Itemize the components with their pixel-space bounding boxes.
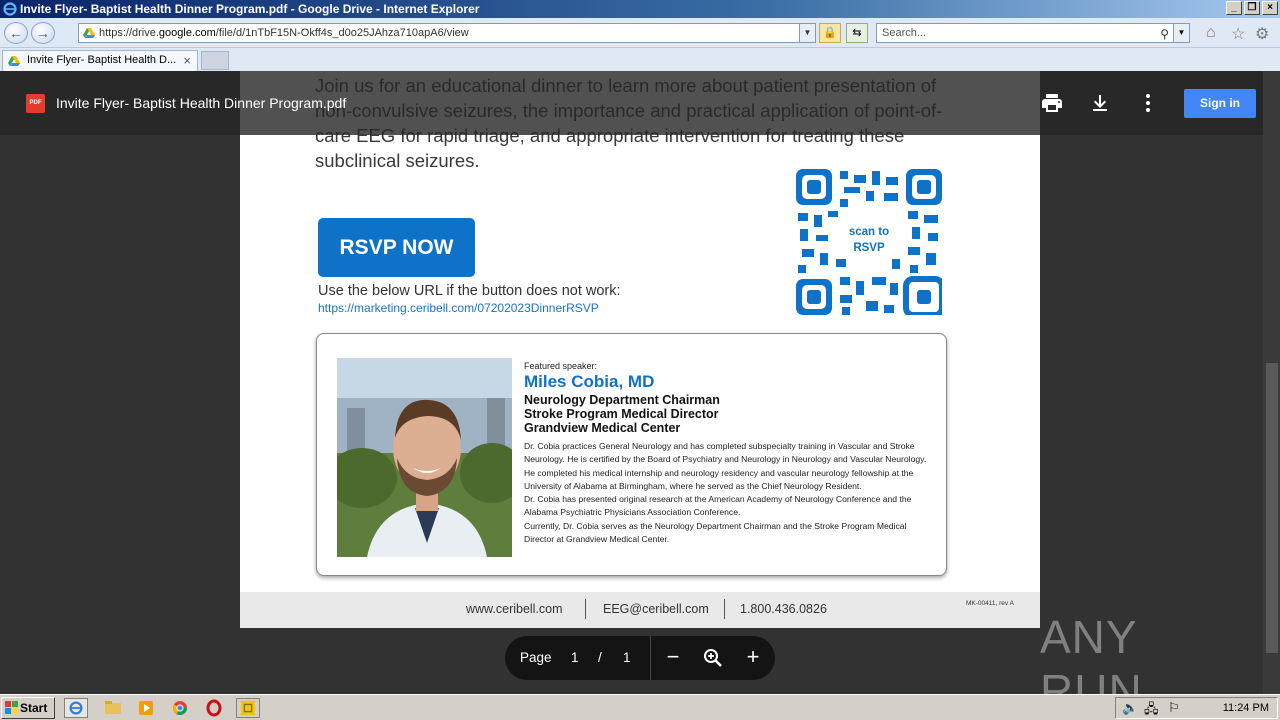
page-separator: / — [598, 650, 602, 665]
favorites-star-icon[interactable]: ☆ — [1231, 24, 1245, 44]
qr-code: scan to RSVP — [796, 169, 942, 315]
page-total: 1 — [623, 650, 631, 665]
new-tab-button[interactable] — [201, 51, 229, 70]
bio-paragraph: Dr. Cobia has presented original researc… — [524, 494, 912, 518]
minimize-button[interactable]: _ — [1226, 1, 1242, 15]
qr-label-bottom: RSVP — [853, 242, 885, 254]
close-tab-icon[interactable]: × — [183, 51, 191, 70]
footer-email: EEG@ceribell.com — [603, 602, 709, 616]
speaker-photo — [337, 358, 512, 557]
forward-button[interactable]: → — [31, 22, 55, 44]
pdf-page: Join us for an educational dinner to lea… — [240, 71, 1040, 628]
footer-divider — [724, 599, 725, 619]
tab-strip: Invite Flyer- Baptist Health D... × — [0, 48, 1280, 71]
sign-in-button[interactable]: Sign in — [1184, 89, 1256, 118]
opera-icon[interactable] — [202, 698, 226, 718]
network-icon[interactable]: 🖧 — [1144, 700, 1159, 720]
address-bar[interactable]: https://drive.google.com/file/d/1nTbF15N… — [78, 23, 816, 43]
page-current[interactable]: 1 — [571, 650, 579, 665]
download-icon[interactable] — [1088, 91, 1112, 115]
folder-icon[interactable] — [101, 698, 125, 718]
search-input[interactable]: Search... ⚲ ▼ — [876, 23, 1190, 43]
vertical-scrollbar[interactable] — [1263, 71, 1280, 694]
pdf-file-icon: PDF — [26, 94, 45, 113]
google-drive-icon — [8, 56, 20, 66]
qr-label-top: scan to — [849, 226, 889, 238]
action-center-flag-icon[interactable]: ⚐ — [1168, 700, 1180, 716]
speaker-bio: Dr. Cobia practices General Neurology an… — [524, 440, 932, 546]
system-tray: 🔈 🖧 ⚐ 11:24 PM — [1115, 697, 1278, 719]
page-controls: Page 1 / 1 − + — [505, 636, 775, 680]
google-drive-icon — [83, 28, 95, 38]
restore-button[interactable]: ❐ — [1244, 1, 1260, 15]
ie-navigation-bar: ← → https://drive.google.com/file/d/1nTb… — [0, 18, 1280, 48]
speaker-titles: Neurology Department Chairman Stroke Pro… — [524, 393, 720, 435]
url-prefix: https://drive. — [99, 27, 159, 39]
zoom-in-icon[interactable]: + — [741, 646, 765, 670]
internet-explorer-icon — [3, 2, 17, 16]
media-player-icon[interactable] — [134, 698, 158, 718]
window-titlebar: Invite Flyer- Baptist Health Dinner Prog… — [0, 0, 1280, 18]
flyer-footer: www.ceribell.com EEG@ceribell.com 1.800.… — [240, 592, 1040, 628]
bio-paragraph: Currently, Dr. Cobia serves as the Neuro… — [524, 520, 907, 545]
file-title: Invite Flyer- Baptist Health Dinner Prog… — [56, 95, 347, 111]
window-title: Invite Flyer- Baptist Health Dinner Prog… — [20, 2, 480, 16]
print-icon[interactable] — [1040, 91, 1064, 115]
url-host: google.com — [158, 27, 216, 39]
anyrun-watermark: ANY RUN — [1040, 611, 1143, 694]
footer-doc-code: MK-00411, rev A — [966, 600, 1014, 607]
scrollbar-thumb[interactable] — [1266, 363, 1278, 653]
tab-label: Invite Flyer- Baptist Health D... — [27, 54, 177, 66]
rsvp-note: Use the below URL if the button does not… — [318, 283, 621, 299]
chrome-icon[interactable] — [168, 698, 192, 718]
start-label: Start — [20, 701, 48, 715]
search-placeholder: Search... — [882, 27, 927, 39]
back-button[interactable]: ← — [4, 22, 28, 44]
speaker-title-3: Grandview Medical Center — [524, 421, 681, 435]
speaker-name: Miles Cobia, MD — [524, 372, 655, 391]
browser-tab[interactable]: Invite Flyer- Baptist Health D... × — [2, 50, 198, 71]
search-icon[interactable]: ⚲ — [1160, 25, 1169, 43]
bio-paragraph: Dr. Cobia practices General Neurology an… — [524, 441, 927, 465]
start-button[interactable]: Start — [1, 697, 55, 719]
featured-speaker-label: Featured speaker: — [524, 361, 598, 371]
volume-icon[interactable]: 🔈 — [1122, 700, 1138, 716]
clock: 11:24 PM — [1222, 702, 1269, 714]
zoom-out-icon[interactable]: − — [661, 646, 685, 670]
zoom-icon[interactable] — [701, 646, 725, 670]
viewer-top-bar: PDF Invite Flyer- Baptist Health Dinner … — [0, 71, 1280, 135]
more-options-icon[interactable] — [1136, 91, 1160, 115]
footer-divider — [585, 599, 586, 619]
footer-phone: 1.800.436.0826 — [740, 602, 827, 616]
internet-explorer-taskbar-icon[interactable] — [64, 698, 88, 718]
bio-paragraph: He completed his medical internship and … — [524, 467, 914, 491]
search-dropdown-icon[interactable]: ▼ — [1173, 24, 1189, 42]
rsvp-now-button[interactable]: RSVP NOW — [318, 218, 475, 277]
address-dropdown-icon[interactable]: ▼ — [799, 24, 815, 42]
gear-icon[interactable]: ⚙ — [1255, 24, 1269, 44]
page-controls-divider — [650, 636, 651, 680]
windows-taskbar: Start 🔈 🖧 ⚐ 11:24 PM — [0, 694, 1280, 720]
close-window-button[interactable]: × — [1262, 1, 1278, 15]
footer-website: www.ceribell.com — [466, 602, 563, 616]
speaker-title-2: Stroke Program Medical Director — [524, 407, 719, 421]
home-icon[interactable]: ⌂ — [1206, 24, 1216, 42]
windows-flag-icon — [5, 701, 18, 714]
pdf-viewer: Join us for an educational dinner to lea… — [0, 71, 1280, 694]
speaker-card: Featured speaker: Miles Cobia, MD Neurol… — [316, 333, 947, 576]
rsvp-url-link[interactable]: https://marketing.ceribell.com/07202023D… — [318, 301, 599, 315]
page-label: Page — [520, 650, 552, 665]
speaker-title-1: Neurology Department Chairman — [524, 393, 720, 407]
lock-icon[interactable]: 🔒 — [819, 23, 841, 43]
app-icon[interactable] — [236, 698, 260, 718]
refresh-icon[interactable]: ⇆ — [846, 23, 868, 43]
url-path: /file/d/1nTbF15N-Okff4s_d0o25JAhza710apA… — [215, 27, 469, 39]
